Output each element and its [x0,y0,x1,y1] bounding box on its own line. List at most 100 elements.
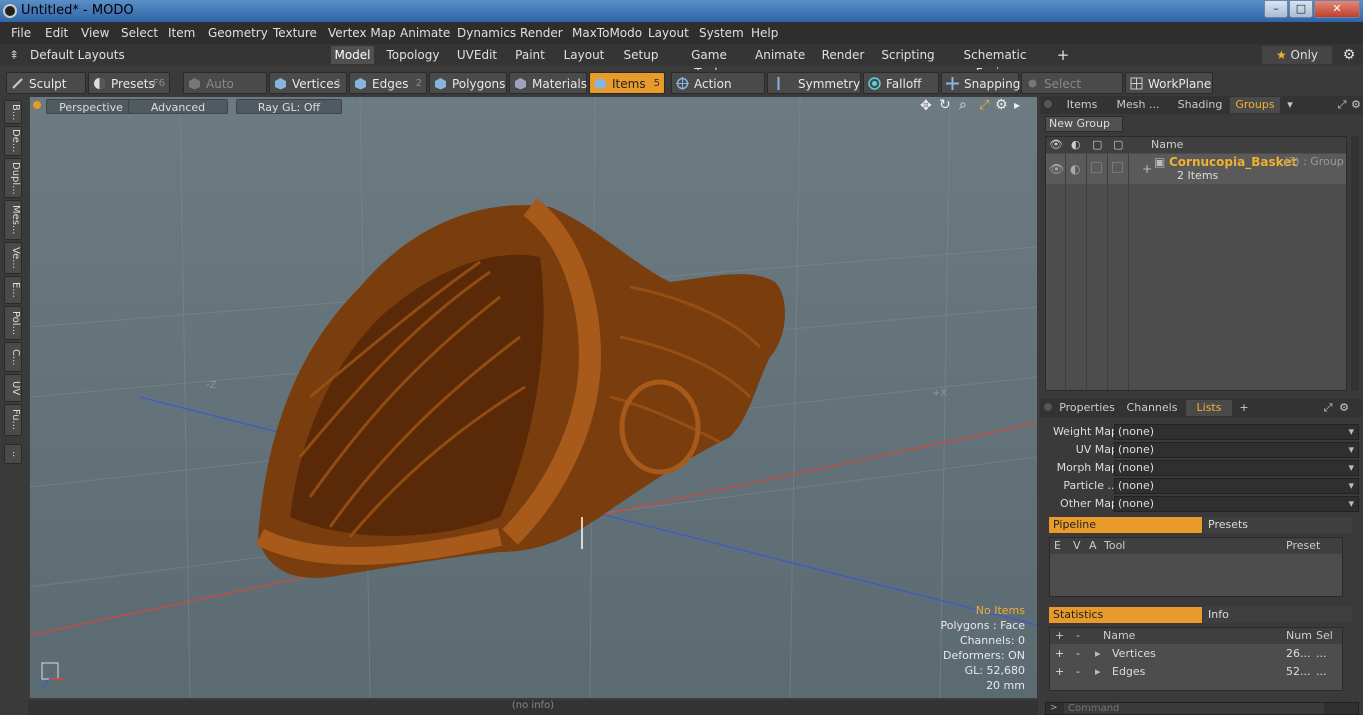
auto-select-button[interactable]: Auto Select [183,72,267,113]
advanced-button[interactable]: Advanced [128,99,228,114]
row-select-checkbox[interactable] [1112,162,1123,173]
vtab-duplicate[interactable]: Dupl... [4,158,22,198]
tab-model[interactable]: Model [331,46,374,64]
tab-uvedit[interactable]: UVEdit [452,46,502,64]
menu-render[interactable]: Render [520,26,563,40]
expand-triangle-icon[interactable]: ▸ [1095,665,1101,678]
vtab-edge[interactable]: E... [4,276,22,304]
row-minus[interactable]: - [1076,665,1080,678]
presets-button[interactable]: Presets F6 [88,72,170,94]
menu-vertex-map[interactable]: Vertex Map [328,26,396,40]
gear-icon[interactable]: ⚙ [1340,46,1358,64]
tab-game-tools[interactable]: Game Tools [675,46,743,80]
sculpt-button[interactable]: Sculpt [6,72,86,94]
tab-dropdown-icon[interactable]: ▾ [1284,97,1296,113]
panel-expand-icon[interactable]: ⤢ [1322,400,1334,416]
uv-map-select[interactable]: (none) [1114,442,1359,458]
panel-menu-icon[interactable] [1044,403,1052,411]
menu-edit[interactable]: Edit [45,26,68,40]
default-layouts-dropdown[interactable]: Default Layouts ▾ [30,46,130,80]
vtab-vertex[interactable]: Ve... [4,242,22,274]
snapping-button[interactable]: Snapping [941,72,1020,94]
pipeline-tab[interactable]: Pipeline [1049,517,1202,533]
tab-groups[interactable]: Groups [1230,97,1280,113]
menu-help[interactable]: Help [751,26,778,40]
fit-view-icon[interactable]: ⤢ [979,98,989,113]
panel-settings-icon[interactable]: ⚙ [1350,97,1362,113]
tab-paint[interactable]: Paint [511,46,549,64]
viewport-menu-icon[interactable] [33,101,41,109]
other-map-select[interactable]: (none) [1114,496,1359,512]
panel-menu-icon[interactable] [1044,100,1052,108]
new-group-button[interactable]: New Group [1045,116,1123,132]
weight-map-select[interactable]: (none) [1114,424,1359,440]
groups-list[interactable]: 👁 ◐ ▢ ▢ Name 👁 ◐ + ▣ Cornucopia_Basket (… [1045,136,1347,391]
tab-scripting[interactable]: Scripting [880,46,936,64]
particle-select[interactable]: (none) [1114,478,1359,494]
info-tab[interactable]: Info [1204,607,1352,623]
render-icon[interactable]: ◐ [1071,138,1081,151]
viewport-settings-icon[interactable]: ⚙ [995,97,1008,113]
menu-select[interactable]: Select [121,26,158,40]
move-view-icon[interactable]: ✥ [920,98,932,114]
row-visibility-icon[interactable]: 👁 [1049,162,1064,176]
polygons-button[interactable]: Polygons [429,72,507,94]
menu-layout[interactable]: Layout [648,26,689,40]
menu-view[interactable]: View [81,26,109,40]
tab-shading[interactable]: Shading [1174,97,1226,113]
morph-map-select[interactable]: (none) [1114,460,1359,476]
vtab-fusion[interactable]: Fu... [4,404,22,436]
edges-button[interactable]: Edges 2 [349,72,427,94]
command-input[interactable] [1064,703,1324,714]
raygl-button[interactable]: Ray GL: Off [236,99,342,114]
vertices-button[interactable]: Vertices 1 [269,72,347,94]
tab-channels[interactable]: Channels [1124,400,1180,416]
panel-settings-icon[interactable]: ⚙ [1338,400,1350,416]
menu-animate[interactable]: Animate [400,26,450,40]
pipeline-list[interactable]: E V A Tool Preset [1049,537,1343,597]
menu-texture[interactable]: Texture [273,26,317,40]
vtab-curve[interactable]: C... [4,342,22,372]
menu-item[interactable]: Item [168,26,195,40]
perspective-button[interactable]: Perspective [46,99,136,114]
row-minus[interactable]: - [1076,647,1080,660]
vtab-basic[interactable]: B... [4,100,22,124]
vtab-deform[interactable]: De... [4,126,22,156]
tab-properties[interactable]: Properties [1058,400,1116,416]
cornucopia-basket-model[interactable] [255,198,786,578]
groups-scrollbar[interactable] [1351,136,1359,391]
tab-mesh[interactable]: Mesh ... [1112,97,1164,113]
statistics-list[interactable]: + - Name Num Sel + - ▸ Vertices 26... ..… [1049,627,1343,691]
menu-system[interactable]: System [699,26,744,40]
table-row[interactable]: + - ▸ Vertices 26... ... [1050,646,1342,664]
falloff-button[interactable]: Falloff [863,72,939,94]
presets-tab[interactable]: Presets [1204,517,1352,533]
row-lock-checkbox[interactable] [1091,162,1102,173]
visibility-eye-icon[interactable]: 👁 [1049,138,1063,151]
items-button[interactable]: Items 5 [589,72,665,94]
collapse-icon[interactable]: ⇞ [6,46,22,64]
row-render-icon[interactable]: ◐ [1070,162,1080,176]
action-center-button[interactable]: Action Center [671,72,765,113]
materials-button[interactable]: Materials [509,72,587,94]
3d-viewport[interactable]: Perspective Advanced Ray GL: Off -Z +X ✥… [30,97,1037,698]
menu-maxtomodo[interactable]: MaxToModo [572,26,642,40]
menu-dynamics[interactable]: Dynamics [457,26,516,40]
tab-items[interactable]: Items [1062,97,1102,113]
menu-file[interactable]: File [11,26,31,40]
tab-topology[interactable]: Topology [385,46,441,64]
table-row[interactable]: + - ▸ Edges 52... ... [1050,664,1342,682]
menu-geometry[interactable]: Geometry [208,26,268,40]
row-plus[interactable]: + [1055,647,1064,660]
expand-triangle-icon[interactable]: ▸ [1095,647,1101,660]
tab-render[interactable]: Render [818,46,868,64]
close-button[interactable]: ✕ [1314,0,1360,18]
minimize-button[interactable]: – [1264,0,1288,18]
lock-icon[interactable]: ▢ [1092,138,1102,151]
tab-layout[interactable]: Layout [561,46,607,64]
group-row[interactable]: 👁 ◐ + ▣ Cornucopia_Basket (3) : Group 2 … [1046,154,1346,184]
tab-schematic-fusion[interactable]: Schematic Fusion [948,46,1042,80]
vtab-uv[interactable]: UV [4,374,22,402]
symmetry-button[interactable]: Symmetry [767,72,861,94]
tab-animate[interactable]: Animate [755,46,805,64]
